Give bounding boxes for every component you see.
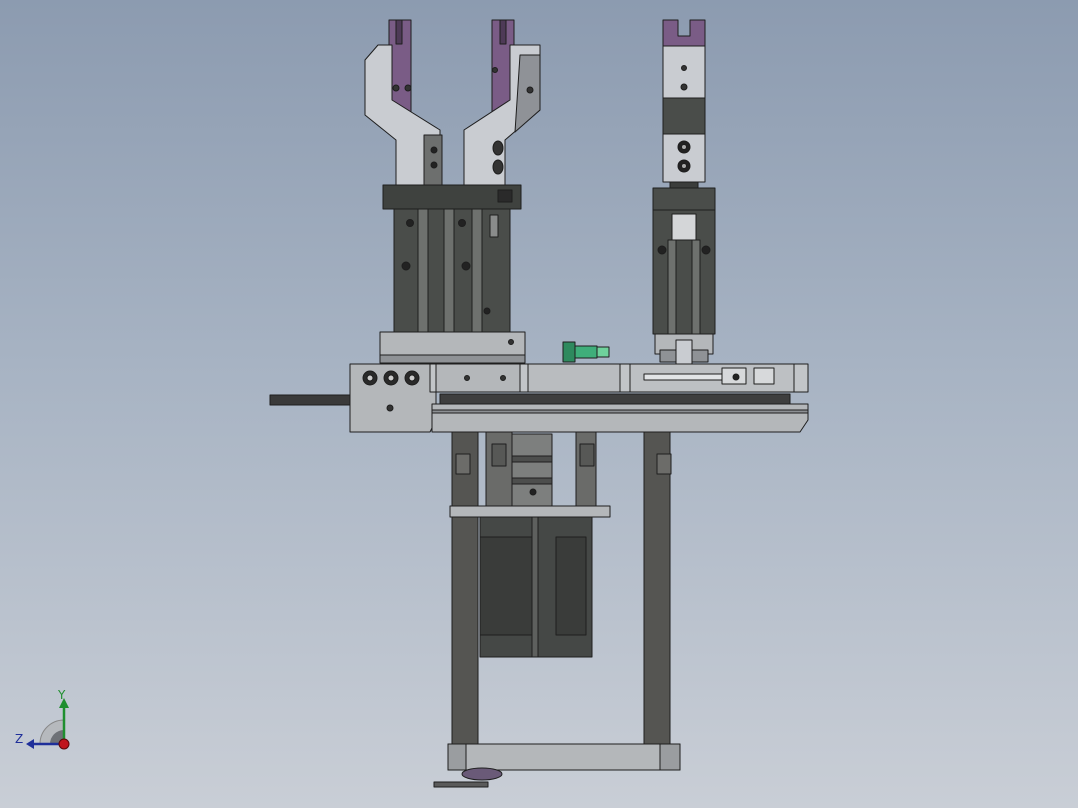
jaw-bolt [492,159,504,175]
jaw-bolt [526,86,534,94]
cylinder-port [406,219,414,227]
slide-base-strip [431,409,809,414]
motor-mount-plate [449,505,611,518]
standoff-clamp [491,443,507,467]
motor-standoff [485,431,513,509]
jaw-bolt [392,84,400,92]
slide-carriage-mid [527,363,621,393]
right-jaw-middle [662,97,706,135]
motor-standoff [575,431,597,509]
motor-seam [531,516,539,658]
z-axis-arrowhead [26,739,34,749]
guide-rod [643,373,733,381]
assembly-drawing[interactable] [0,0,1078,808]
plate-bolt [464,375,470,381]
left-gripper[interactable] [364,19,541,364]
slide-carriage-left [435,363,521,393]
pneumatic-fitting [562,341,610,363]
bottom-plate-step [447,743,467,771]
column-right [643,431,671,745]
standoff-clamp [579,443,595,467]
cylinder-port [701,245,711,255]
end-block-port-core [408,374,416,382]
jaw-bolt [430,161,438,169]
left-cylinder-rail [471,208,483,334]
left-cylinder-base-lip [379,354,526,364]
cylinder-port [458,219,466,227]
motor-face [555,536,587,636]
left-cylinder-rail [443,208,455,334]
foot-pad [461,767,503,781]
right-cylinder-head [652,187,716,211]
slide-rail [439,393,791,405]
cad-viewport[interactable]: Y Z [0,0,1078,808]
jaw-bolt [680,83,688,91]
jaw-bolt-core [681,163,687,169]
left-jaw-finger-b-slot [499,19,507,45]
jaw-bolt [492,140,504,156]
triad-z-label: Z [15,732,24,746]
slide-rod [269,394,353,406]
triad-y-label: Y [58,688,66,702]
cylinder-sensor [489,214,499,238]
end-block-port-core [387,374,395,382]
right-cylinder-rail [691,239,701,335]
x-axis-dot [58,738,70,750]
right-cylinder-window [671,213,697,241]
column-clamp [656,453,672,475]
end-block-port-core [366,374,374,382]
column-left [451,431,479,745]
slide-base [431,403,809,433]
coordinate-triad-icon [26,698,70,750]
bottom-plate [447,743,681,771]
left-cylinder-base [379,331,526,359]
foot-bracket [433,781,489,788]
support-frame[interactable] [433,431,681,788]
cylinder-port [401,261,411,271]
left-jaw-arm-b-shade [514,54,541,133]
right-gripper[interactable] [652,19,716,387]
jaw-mount-block [423,134,443,186]
end-block-bolt [386,404,394,412]
bottom-plate-step [659,743,681,771]
cylinder-port [461,261,471,271]
linear-slide[interactable] [269,363,809,433]
right-cylinder-rail [667,239,677,335]
coupling-band [511,477,553,485]
end-stop [753,367,775,385]
left-cylinder-head-slot [497,189,513,203]
left-cylinder-rail [417,208,429,334]
jaw-bolt [681,65,687,71]
rod-clamp-bolt [732,373,740,381]
column-clamp [455,453,471,475]
coupling-band [511,455,553,463]
jaw-bolt [492,67,498,73]
base-bolt [508,339,514,345]
cylinder-port [657,245,667,255]
left-jaw-finger-a-slot [395,19,403,45]
right-jaw-top [662,19,706,47]
motor-face [479,536,533,636]
jaw-bolt [430,146,438,154]
cylinder-port [483,307,491,315]
coupling-screw [529,488,537,496]
jaw-bolt [404,84,412,92]
jaw-bolt-core [681,144,687,150]
plate-bolt [500,375,506,381]
